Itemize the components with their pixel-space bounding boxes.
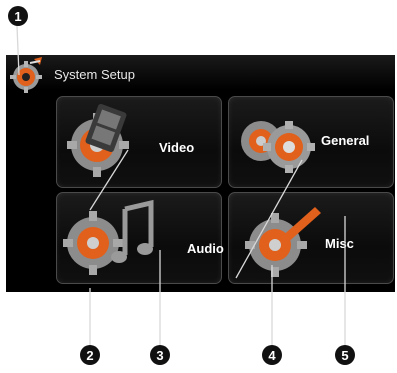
misc-tile[interactable]: Misc <box>228 192 394 284</box>
general-gear-icon <box>241 121 315 173</box>
general-tile[interactable]: General <box>228 96 394 188</box>
title-bar: System Setup <box>6 55 395 93</box>
audio-gear-icon <box>63 199 154 275</box>
page-title: System Setup <box>54 67 135 82</box>
callout-3: 3 <box>150 345 170 365</box>
callout-5: 5 <box>335 345 355 365</box>
general-label: General <box>321 133 370 148</box>
callout-2: 2 <box>80 345 100 365</box>
system-setup-screen: System Setup Video General Audio Misc <box>6 55 395 292</box>
system-setup-gear-icon[interactable] <box>6 55 48 95</box>
video-label: Video <box>159 140 195 155</box>
audio-label: Audio <box>187 241 224 256</box>
video-gear-icon <box>67 103 129 177</box>
misc-label: Misc <box>325 236 354 251</box>
callout-4: 4 <box>262 345 282 365</box>
callout-1: 1 <box>8 6 28 26</box>
video-tile[interactable]: Video <box>56 96 222 188</box>
audio-tile[interactable]: Audio <box>56 192 224 284</box>
misc-gear-icon <box>245 207 321 277</box>
